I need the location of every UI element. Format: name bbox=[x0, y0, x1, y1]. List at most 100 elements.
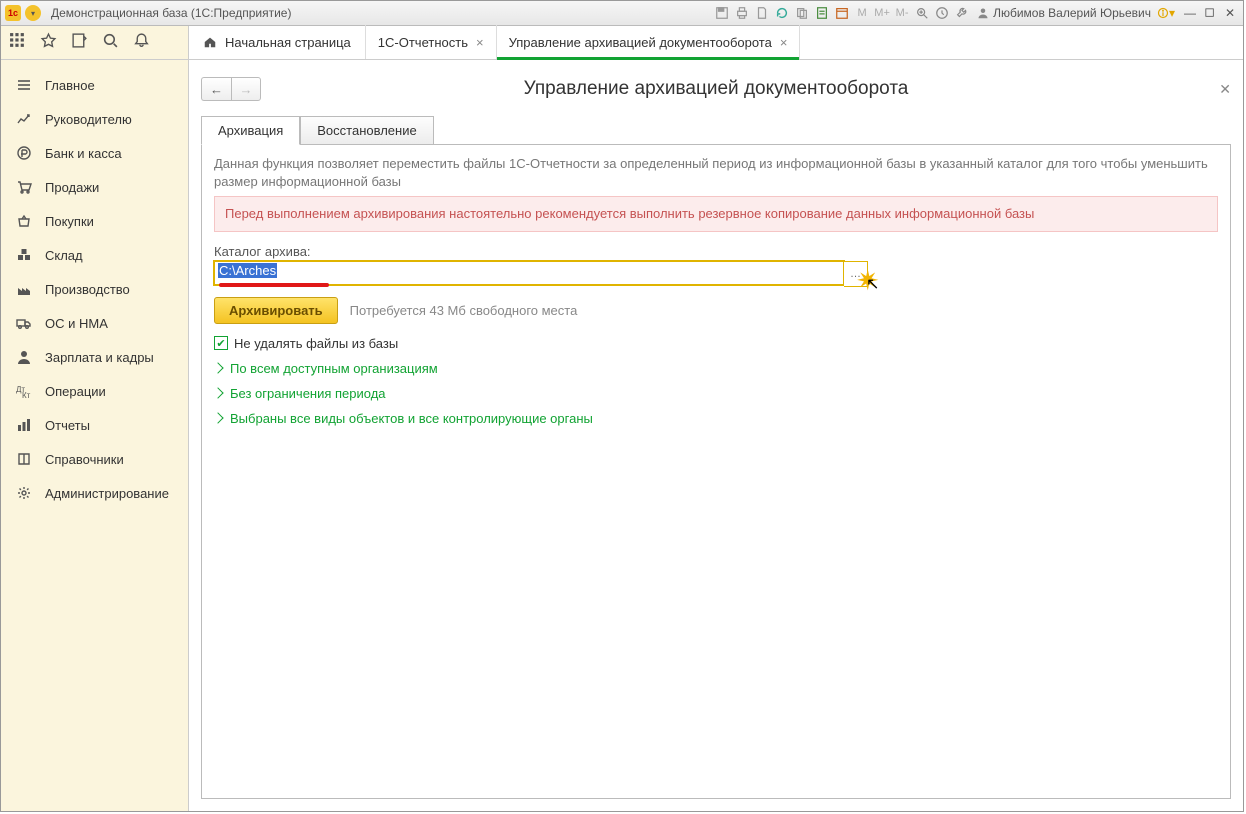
nav-list: Главное Руководителю Банк и касса Продажи По… bbox=[1, 60, 188, 811]
inner-tab-restore[interactable]: Восстановление bbox=[300, 116, 433, 145]
app-menu-dropdown[interactable]: ▾ bbox=[25, 5, 41, 21]
chart-icon bbox=[15, 110, 33, 128]
close-button[interactable]: ✕ bbox=[1221, 5, 1239, 21]
sidebar-item-truck[interactable]: ОС и НМА bbox=[1, 306, 188, 340]
sidebar-item-label: Справочники bbox=[45, 452, 124, 467]
wrench-icon[interactable] bbox=[953, 4, 971, 22]
sidebar: Главное Руководителю Банк и касса Продажи По… bbox=[1, 26, 189, 811]
sidebar-item-label: Главное bbox=[45, 78, 95, 93]
window-title: Демонстрационная база (1С:Предприятие) bbox=[51, 6, 291, 20]
page-close-button[interactable]: ✕ bbox=[1219, 81, 1231, 98]
checkbox-checked-icon[interactable]: ✔ bbox=[214, 336, 228, 350]
sidebar-item-cart[interactable]: Продажи bbox=[1, 170, 188, 204]
book-icon bbox=[15, 450, 33, 468]
print-icon[interactable] bbox=[733, 4, 751, 22]
description-text: Данная функция позволяет переместить фай… bbox=[214, 155, 1218, 190]
expand-link[interactable]: По всем доступным организациям bbox=[214, 361, 1218, 376]
sidebar-item-label: Зарплата и кадры bbox=[45, 350, 154, 365]
sidebar-item-menu[interactable]: Главное bbox=[1, 68, 188, 102]
memory-mplus-button[interactable]: M+ bbox=[873, 4, 891, 22]
tab-home[interactable]: Начальная страница bbox=[189, 25, 366, 59]
tab-archive-management[interactable]: Управление архивацией документооборота × bbox=[497, 25, 801, 59]
person-icon bbox=[15, 348, 33, 366]
app-logo-icon: 1c bbox=[5, 5, 21, 21]
memory-m-button[interactable]: M bbox=[853, 4, 871, 22]
calendar-icon[interactable] bbox=[833, 4, 851, 22]
annotation-underline bbox=[219, 283, 329, 287]
page-header: ← → Управление архивацией документооборо… bbox=[201, 70, 1231, 108]
gear-icon bbox=[15, 484, 33, 502]
tab-1c-reporting[interactable]: 1С-Отчетность × bbox=[366, 25, 497, 59]
cursor-icon: ↖ bbox=[866, 274, 879, 294]
bell-icon[interactable] bbox=[133, 32, 150, 53]
browse-button[interactable]: … ✷ ↖ bbox=[844, 261, 868, 287]
save-icon[interactable] bbox=[713, 4, 731, 22]
sidebar-item-factory[interactable]: Производство bbox=[1, 272, 188, 306]
refresh-icon[interactable] bbox=[773, 4, 791, 22]
sidebar-item-person[interactable]: Зарплата и кадры bbox=[1, 340, 188, 374]
tab-pane: Данная функция позволяет переместить фай… bbox=[201, 144, 1231, 799]
zoom-icon[interactable] bbox=[913, 4, 931, 22]
current-user[interactable]: Любимов Валерий Юрьевич bbox=[973, 6, 1155, 20]
sidebar-item-book[interactable]: Справочники bbox=[1, 442, 188, 476]
expand-link[interactable]: Без ограничения периода bbox=[214, 386, 1218, 401]
sidebar-item-bars[interactable]: Отчеты bbox=[1, 408, 188, 442]
space-required-hint: Потребуется 43 Мб свободного места bbox=[350, 303, 578, 318]
boxes-icon bbox=[15, 246, 33, 264]
bars-icon bbox=[15, 416, 33, 434]
main-area: Начальная страница 1С-Отчетность × Управ… bbox=[189, 26, 1243, 811]
open-tabs-row: Начальная страница 1С-Отчетность × Управ… bbox=[189, 26, 1243, 60]
sidebar-item-boxes[interactable]: Склад bbox=[1, 238, 188, 272]
sidebar-item-label: Операции bbox=[45, 384, 106, 399]
nav-back-button[interactable]: ← bbox=[201, 77, 231, 101]
ops-icon: ДтКт bbox=[15, 382, 33, 400]
page-title: Управление архивацией документооборота bbox=[524, 78, 909, 100]
sidebar-top-tools bbox=[1, 26, 188, 60]
catalog-path-input[interactable]: C:\Arches bbox=[214, 261, 844, 285]
inner-tabs: Архивация Восстановление bbox=[201, 116, 1231, 144]
sidebar-item-label: Администрирование bbox=[45, 486, 169, 501]
sidebar-item-chart[interactable]: Руководителю bbox=[1, 102, 188, 136]
sidebar-item-ops[interactable]: ДтКт Операции bbox=[1, 374, 188, 408]
app-window: 1c ▾ Демонстрационная база (1С:Предприят… bbox=[0, 0, 1244, 812]
copy-icon[interactable] bbox=[793, 4, 811, 22]
sidebar-item-basket[interactable]: Покупки bbox=[1, 204, 188, 238]
document-icon[interactable] bbox=[753, 4, 771, 22]
maximize-button[interactable] bbox=[1201, 5, 1219, 21]
cart-icon bbox=[15, 178, 33, 196]
clock-icon[interactable] bbox=[933, 4, 951, 22]
menu-icon bbox=[15, 76, 33, 94]
minimize-button[interactable]: — bbox=[1181, 5, 1199, 21]
nav-forward-button: → bbox=[231, 77, 261, 101]
chevron-right-icon bbox=[212, 387, 223, 398]
favorites-star-icon[interactable] bbox=[40, 32, 57, 53]
calculator-icon[interactable] bbox=[813, 4, 831, 22]
sidebar-item-label: Производство bbox=[45, 282, 130, 297]
sidebar-item-label: ОС и НМА bbox=[45, 316, 108, 331]
user-name-label: Любимов Валерий Юрьевич bbox=[993, 6, 1151, 20]
archive-button[interactable]: Архивировать bbox=[214, 297, 338, 324]
inner-tab-archive[interactable]: Архивация bbox=[201, 116, 300, 145]
sidebar-item-label: Руководителю bbox=[45, 112, 132, 127]
apps-grid-icon[interactable] bbox=[9, 32, 26, 53]
memory-mminus-button[interactable]: M- bbox=[893, 4, 911, 22]
info-icon[interactable]: ▾ bbox=[1157, 4, 1175, 22]
link-label: Без ограничения периода bbox=[230, 386, 386, 401]
selected-text: C:\Arches bbox=[218, 263, 277, 278]
tab-label: Управление архивацией документооборота bbox=[509, 35, 772, 50]
search-icon[interactable] bbox=[102, 32, 119, 53]
title-bar: 1c ▾ Демонстрационная база (1С:Предприят… bbox=[1, 1, 1243, 26]
history-icon[interactable] bbox=[71, 32, 88, 53]
tab-home-label: Начальная страница bbox=[225, 35, 351, 50]
close-tab-icon[interactable]: × bbox=[780, 35, 788, 50]
sidebar-item-label: Покупки bbox=[45, 214, 94, 229]
svg-text:Кт: Кт bbox=[22, 391, 31, 399]
expand-link[interactable]: Выбраны все виды объектов и все контроли… bbox=[214, 411, 1218, 426]
close-tab-icon[interactable]: × bbox=[476, 35, 484, 50]
tab-label: 1С-Отчетность bbox=[378, 35, 468, 50]
sidebar-item-gear[interactable]: Администрирование bbox=[1, 476, 188, 510]
keep-files-checkbox-row[interactable]: ✔ Не удалять файлы из базы bbox=[214, 336, 1218, 351]
sidebar-item-label: Продажи bbox=[45, 180, 99, 195]
sidebar-item-ruble[interactable]: Банк и касса bbox=[1, 136, 188, 170]
link-label: По всем доступным организациям bbox=[230, 361, 438, 376]
